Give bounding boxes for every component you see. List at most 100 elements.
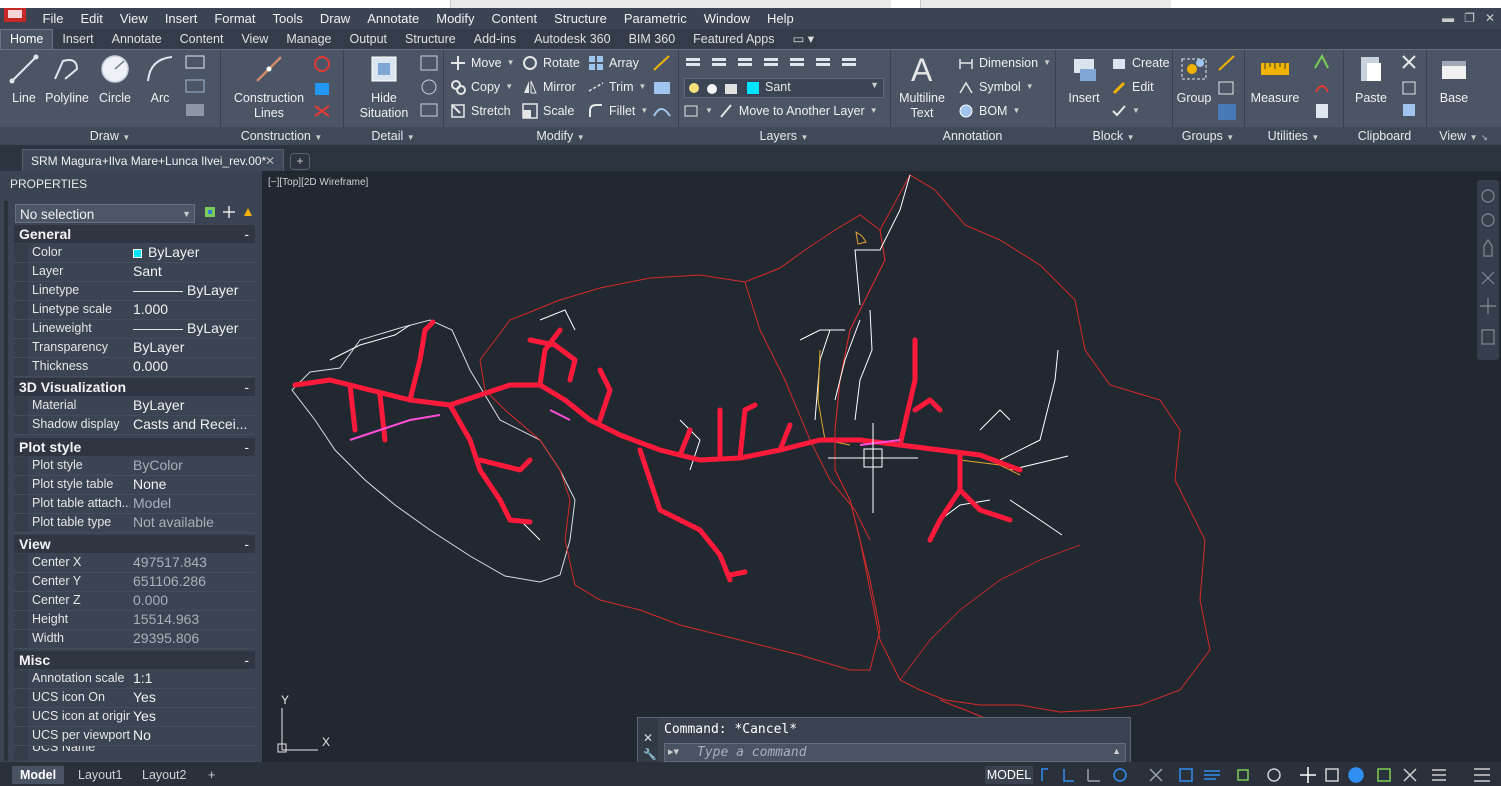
construction-tool-icons[interactable] [312, 54, 338, 120]
model-space-toggle[interactable]: MODEL [985, 766, 1033, 784]
prop-ucs-icon-at-origin[interactable]: UCS icon at origin Yes [14, 708, 255, 727]
new-tab-button[interactable]: + [290, 153, 310, 170]
layer-tool-icons[interactable] [684, 54, 859, 72]
block-attribute-button[interactable]: ▼ [1111, 101, 1140, 121]
document-tab[interactable]: SRM Magura+Ilva Mare+Lunca Ilvei_rev.00*… [22, 149, 284, 171]
base-view-button[interactable]: Base [1434, 53, 1474, 106]
tab-add-ins[interactable]: Add-ins [465, 30, 525, 49]
menu-view[interactable]: View [111, 11, 156, 26]
navigation-bar-icons[interactable] [1477, 180, 1499, 360]
application-menu-button[interactable] [0, 8, 34, 29]
move-button[interactable]: Move ▼ [450, 53, 515, 73]
group-button[interactable]: Group [1176, 53, 1212, 106]
tab-bim-360[interactable]: BIM 360 [620, 30, 685, 49]
menu-modify[interactable]: Modify [428, 11, 483, 26]
prop-layer[interactable]: Layer Sant [14, 263, 255, 282]
fillet-button[interactable]: Fillet ▼ [588, 101, 648, 121]
detail-panel-title[interactable]: Detail ▼ [343, 127, 443, 146]
section-general[interactable]: General - [14, 225, 255, 243]
scale-button[interactable]: Scale [522, 101, 574, 121]
modify-panel-title[interactable]: Modify ▼ [443, 127, 678, 146]
tab-output[interactable]: Output [341, 30, 397, 49]
prop-plot-table-attach[interactable]: Plot table attach... Model [14, 495, 255, 514]
menu-insert[interactable]: Insert [156, 11, 206, 26]
section-misc[interactable]: Misc - [14, 651, 255, 669]
edit-block-button[interactable]: Edit [1111, 77, 1154, 97]
tab-featured-apps[interactable]: Featured Apps [684, 30, 783, 49]
command-history-arrow-icon[interactable]: ▲ [1112, 746, 1121, 756]
command-prompt-icon[interactable]: ▸▾ [668, 745, 679, 758]
tab-manage[interactable]: Manage [277, 30, 340, 49]
prop-linetype-scale[interactable]: Linetype scale 1.000 [14, 301, 255, 320]
ribbon-options-button[interactable]: ▭ ▾ [783, 30, 823, 49]
prop-linetype[interactable]: Linetype ByLayer [14, 282, 255, 301]
prop-center-y[interactable]: Center Y 651106.286 [14, 573, 255, 592]
prop-center-z[interactable]: Center Z 0.000 [14, 592, 255, 611]
layers-panel-title[interactable]: Layers ▼ [678, 127, 890, 146]
symbol-button[interactable]: Symbol ▼ [958, 77, 1034, 97]
prop-thickness[interactable]: Thickness 0.000 [14, 358, 255, 377]
block-panel-title[interactable]: Block ▼ [1055, 127, 1172, 146]
close-tab-icon[interactable]: ✕ [265, 150, 275, 172]
viewport-controls[interactable]: [−][Top][2D Wireframe] [268, 177, 368, 188]
clipboard-panel-title[interactable]: Clipboard [1343, 127, 1426, 146]
clipboard-tool-icons[interactable] [1399, 54, 1423, 120]
prop-width[interactable]: Width 29395.806 [14, 630, 255, 649]
menu-help[interactable]: Help [758, 11, 802, 26]
tab-insert[interactable]: Insert [53, 30, 102, 49]
bom-button[interactable]: BOM ▼ [958, 101, 1020, 121]
trim-button[interactable]: Trim ▼ [588, 77, 646, 97]
section-plot-style[interactable]: Plot style - [14, 438, 255, 456]
prop-annotation-scale[interactable]: Annotation scale 1:1 [14, 670, 255, 689]
selection-dropdown[interactable]: No selection ▼ [15, 204, 195, 223]
mirror-button[interactable]: Mirror [522, 77, 576, 97]
menu-tools[interactable]: Tools [264, 11, 311, 26]
command-input[interactable]: ▸▾ Type a command ▲ [664, 743, 1126, 762]
close-icon[interactable]: ✕ [643, 731, 653, 745]
prop-height[interactable]: Height 15514.963 [14, 611, 255, 630]
utilities-tool-icons[interactable] [1312, 54, 1340, 120]
construction-panel-title[interactable]: Construction ▼ [220, 127, 343, 146]
draw-panel-title[interactable]: Draw ▼ [0, 127, 220, 146]
select-objects-icon[interactable] [223, 206, 235, 218]
create-block-button[interactable]: Create [1111, 53, 1170, 73]
utilities-panel-title[interactable]: Utilities ▼ [1244, 127, 1343, 146]
menu-annotate[interactable]: Annotate [359, 11, 428, 26]
menu-draw[interactable]: Draw [311, 11, 358, 26]
array-button[interactable]: Array [588, 53, 639, 73]
tab-view[interactable]: View [232, 30, 277, 49]
annotation-panel-title[interactable]: Annotation [890, 127, 1055, 146]
draw-more-icons[interactable] [184, 54, 214, 120]
view-panel-title[interactable]: View ▼ ↘ [1426, 127, 1501, 146]
insert-block-button[interactable]: Insert [1061, 53, 1107, 106]
section-view[interactable]: View - [14, 535, 255, 553]
menu-format[interactable]: Format [206, 11, 264, 26]
properties-scrollbar[interactable] [4, 201, 8, 761]
detail-tool-icons[interactable] [419, 54, 441, 120]
restore-icon[interactable]: ❐ [1464, 11, 1475, 25]
line-button[interactable]: Line [6, 53, 42, 106]
prop-ucs-per-viewport[interactable]: UCS per viewport No [14, 727, 255, 746]
layer-dropdown[interactable]: Sant ▼ [684, 78, 884, 98]
tab-layout1[interactable]: Layout1 [70, 766, 130, 784]
groups-panel-title[interactable]: Groups ▼ [1172, 127, 1244, 146]
tab-autodesk-360[interactable]: Autodesk 360 [525, 30, 619, 49]
menu-file[interactable]: File [34, 11, 72, 26]
prop-transparency[interactable]: Transparency ByLayer [14, 339, 255, 358]
menu-parametric[interactable]: Parametric [615, 11, 695, 26]
command-line-handle[interactable]: ✕ 🔧 [638, 718, 658, 764]
status-bar-tool-icons[interactable] [1038, 765, 1498, 784]
prop-lineweight[interactable]: Lineweight ByLayer [14, 320, 255, 339]
prop-center-x[interactable]: Center X 497517.843 [14, 554, 255, 573]
tab-home[interactable]: Home [0, 29, 54, 49]
menu-content[interactable]: Content [483, 11, 546, 26]
tab-layout2[interactable]: Layout2 [134, 766, 194, 784]
prop-material[interactable]: Material ByLayer [14, 397, 255, 416]
add-layout-button[interactable]: + [200, 766, 223, 784]
close-icon[interactable]: ✕ [1485, 11, 1495, 25]
wrench-icon[interactable]: 🔧 [643, 748, 657, 761]
prop-plot-table-type[interactable]: Plot table type Not available [14, 514, 255, 533]
construction-lines-button[interactable]: Construction Lines [230, 53, 308, 121]
menu-structure[interactable]: Structure [546, 11, 616, 26]
multiline-text-button[interactable]: A Multiline Text [896, 52, 948, 121]
